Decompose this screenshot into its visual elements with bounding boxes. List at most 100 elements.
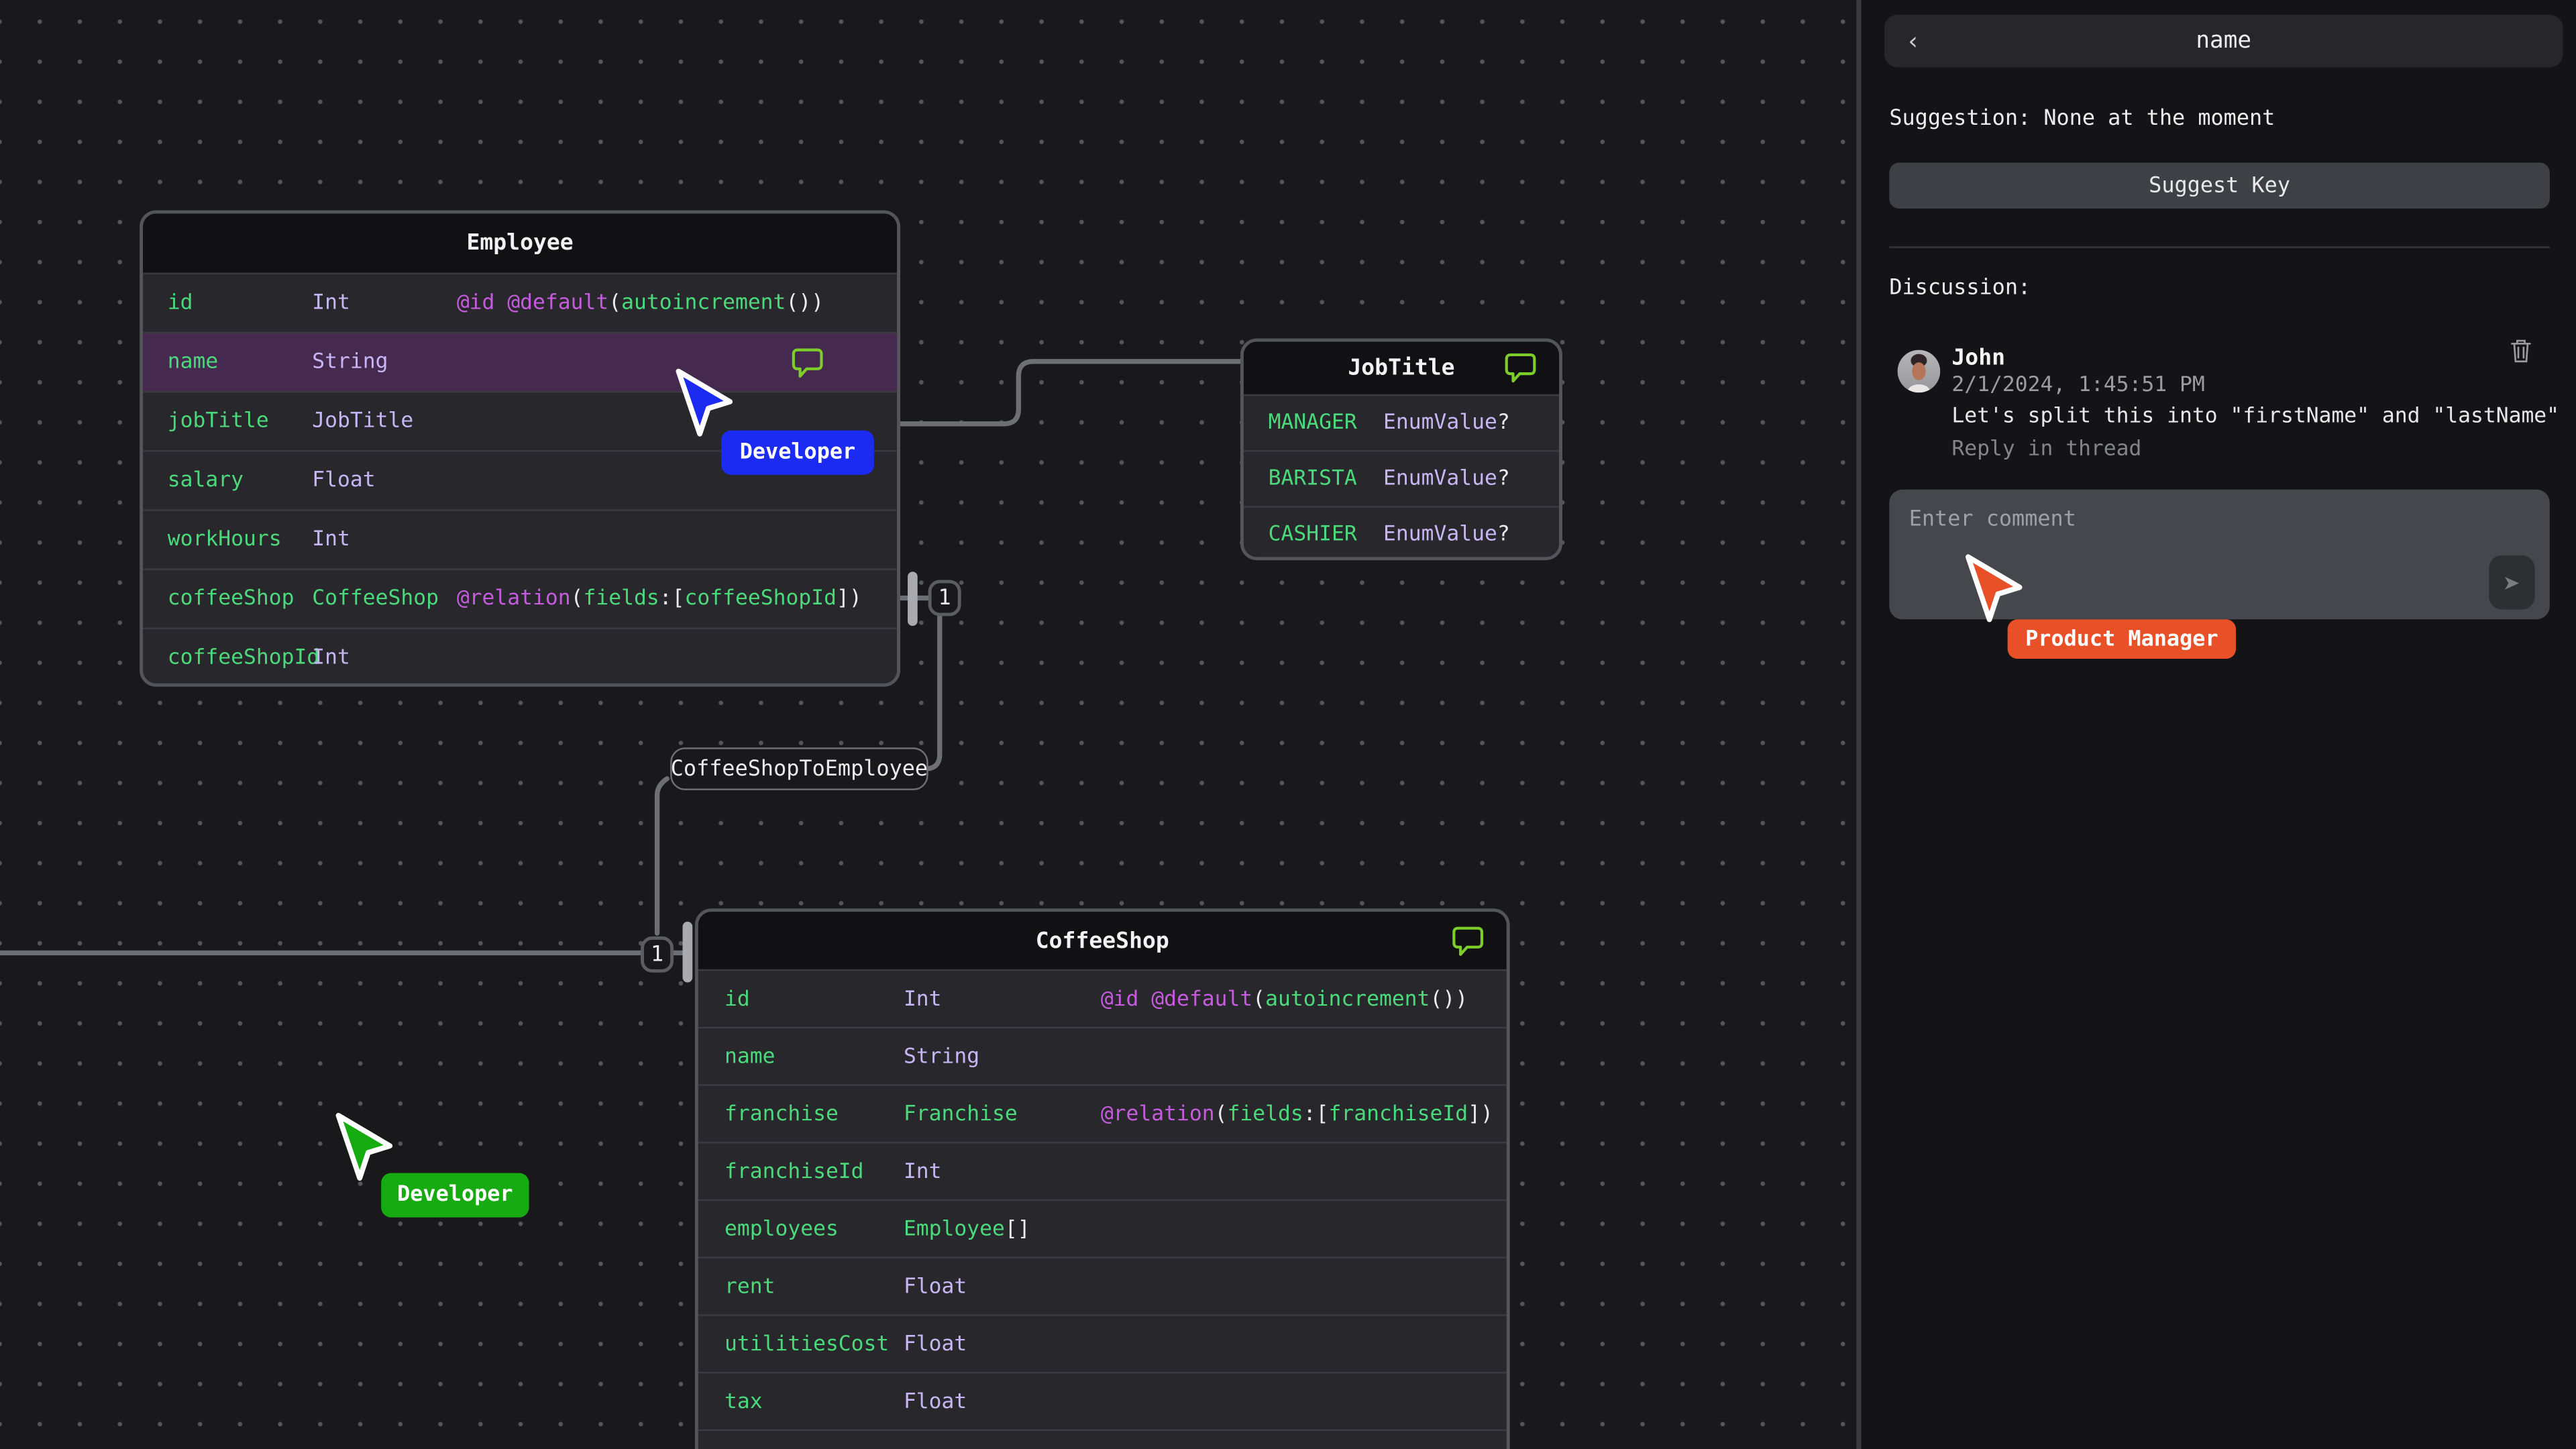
code-token: @id @default	[456, 290, 609, 316]
table-row-id[interactable]: id Int @id @default(autoincrement())	[143, 272, 898, 332]
cardinality-bar-employee	[908, 572, 918, 627]
table-row-coffeeShopId[interactable]: coffeeShopId Int	[143, 627, 898, 684]
field-name: franchise	[724, 1102, 839, 1126]
wire-employee-jobtitle	[898, 359, 1245, 427]
wire-label-to-coffeeshop	[654, 776, 669, 936]
reply-in-thread-link[interactable]: Reply in thread	[1951, 437, 2141, 462]
code-token: (	[1252, 986, 1266, 1012]
paper-plane-icon	[2504, 576, 2519, 589]
table-row-franchise[interactable]: franchise Franchise @relation(fields:[fran…	[698, 1084, 1507, 1142]
code-token: Int	[903, 1159, 942, 1184]
field-type: Float	[904, 1389, 1101, 1414]
table-row-empty[interactable]	[698, 1429, 1507, 1449]
code-token: Franchise	[903, 1102, 1018, 1126]
comment-bubble-icon[interactable]	[790, 347, 824, 378]
field-type: Float	[312, 468, 457, 493]
comment-bubble-icon[interactable]	[1450, 925, 1485, 957]
code-token: ?	[1497, 522, 1510, 547]
code-token: fields	[583, 586, 659, 612]
schema-canvas[interactable]: 1 1 CoffeeShopToEmployee Employee id Int @i…	[0, 0, 1857, 1449]
field-name: CASHIER	[1268, 522, 1357, 547]
field-type: Franchise	[904, 1102, 1101, 1126]
suggest-key-button[interactable]: Suggest Key	[1889, 162, 2550, 209]
field-name: id	[724, 986, 750, 1012]
comment-input[interactable]: Enter comment	[1889, 489, 2550, 620]
table-row-name[interactable]: name String	[143, 331, 898, 391]
field-type: Float	[904, 1274, 1101, 1299]
trash-icon[interactable]	[2510, 338, 2532, 370]
code-token: ])	[836, 586, 862, 612]
code-token: Int	[312, 527, 350, 552]
code-token: Float	[903, 1389, 967, 1414]
table-header-jobtitle[interactable]: JobTitle	[1243, 341, 1560, 394]
table-row-CASHIER[interactable]: CASHIER EnumValue?	[1243, 506, 1560, 557]
comment-author: John	[1951, 345, 2006, 372]
field-name: franchiseId	[724, 1159, 864, 1184]
comment-timestamp: 2/1/2024, 1:45:51 PM	[1951, 372, 2205, 398]
code-token: fields	[1227, 1102, 1303, 1126]
code-token: @relation	[1100, 1102, 1215, 1126]
table-row-workHours[interactable]: workHours Int	[143, 509, 898, 568]
discussion-heading: Discussion:	[1889, 276, 2031, 301]
field-name: jobTitle	[167, 409, 269, 434]
cardinality-badge-one-coffeeshop: 1	[641, 936, 674, 973]
field-name: MANAGER	[1268, 411, 1357, 435]
table-row-utilitiesCost[interactable]: utilitiesCost Float	[698, 1314, 1507, 1372]
field-name: coffeeShop	[167, 586, 294, 612]
field-attributes: @id @default(autoincrement())	[1101, 987, 1468, 1012]
code-token: EnumValue	[1383, 411, 1497, 435]
code-token: Int	[312, 290, 350, 316]
table-employee[interactable]: Employee id Int @id @default(autoincrement(…	[140, 210, 901, 687]
table-row-MANAGER[interactable]: MANAGER EnumValue?	[1243, 394, 1560, 450]
code-token: []	[1004, 1216, 1030, 1242]
table-row-rent[interactable]: rent Float	[698, 1256, 1507, 1314]
code-token: Int	[312, 645, 350, 671]
code-token: EnumValue	[1383, 466, 1497, 492]
field-name: workHours	[167, 527, 282, 552]
code-token: autoincrement	[1265, 986, 1430, 1012]
code-token: franchiseId	[1328, 1102, 1468, 1126]
code-token: :[	[1303, 1102, 1329, 1126]
field-name: salary	[167, 468, 244, 493]
table-row-BARISTA[interactable]: BARISTA EnumValue?	[1243, 450, 1560, 506]
code-token: @relation	[456, 586, 571, 612]
field-type: Int	[312, 290, 457, 315]
field-name: id	[167, 290, 193, 316]
code-token: String	[903, 1044, 980, 1069]
code-token: String	[312, 350, 388, 375]
table-row-name[interactable]: name String	[698, 1026, 1507, 1085]
field-name: name	[167, 350, 219, 375]
table-header-coffeeshop[interactable]: CoffeeShop	[698, 912, 1507, 969]
field-type: EnumValue?	[1383, 523, 1510, 547]
suggestion-text: Suggestion: None at the moment	[1889, 107, 2275, 131]
table-row-id[interactable]: id Int @id @default(autoincrement())	[698, 969, 1507, 1027]
code-token: autoincrement	[621, 290, 786, 316]
send-comment-button[interactable]	[2489, 555, 2535, 610]
comment-bubble-icon[interactable]	[1503, 352, 1538, 384]
field-name: employees	[724, 1216, 839, 1242]
code-token: (	[608, 290, 622, 316]
code-token: ?	[1497, 466, 1510, 492]
table-title: Employee	[466, 229, 574, 257]
table-row-tax[interactable]: tax Float	[698, 1371, 1507, 1430]
table-jobtitle[interactable]: JobTitle MANAGER EnumValue? BARISTA EnumValu…	[1240, 338, 1562, 561]
field-type: Int	[904, 1159, 1101, 1184]
table-coffeeshop[interactable]: CoffeeShop id Int @id @default(autoincremen…	[694, 908, 1510, 1449]
field-name: tax	[724, 1389, 763, 1414]
table-row-jobTitle[interactable]: jobTitle JobTitle	[143, 390, 898, 450]
code-token: Float	[312, 468, 376, 493]
table-row-franchiseId[interactable]: franchiseId Int	[698, 1142, 1507, 1199]
field-attributes: @relation(fields:[coffeeShopId])	[457, 586, 862, 611]
field-type: String	[312, 350, 457, 375]
wire-employee-to-label	[919, 613, 943, 771]
field-type: Int	[312, 645, 457, 670]
code-token: JobTitle	[312, 409, 414, 434]
table-row-salary[interactable]: salary Float	[143, 450, 898, 509]
table-row-employees[interactable]: employees Employee[]	[698, 1199, 1507, 1257]
sidebar-header: ‹ name	[1884, 15, 2563, 68]
relation-label[interactable]: CoffeeShopToEmployee	[670, 747, 928, 790]
field-name: BARISTA	[1268, 466, 1357, 492]
avatar	[1897, 350, 1941, 393]
table-header-employee[interactable]: Employee	[143, 213, 898, 273]
table-row-coffeeShop[interactable]: coffeeShop CoffeeShop @relation(fields:[co…	[143, 568, 898, 627]
